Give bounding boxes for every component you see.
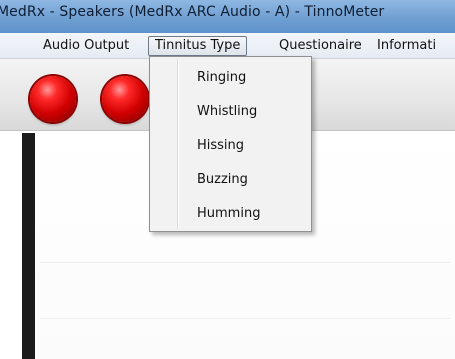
tinnitus-type-dropdown: Ringing Whistling Hissing Buzzing Hummin…	[149, 56, 312, 232]
divider	[40, 318, 450, 319]
divider	[40, 262, 450, 263]
menu-tinnitus-type[interactable]: Tinnitus Type	[148, 36, 248, 56]
menu-option-whistling[interactable]: Whistling	[152, 98, 309, 126]
menu-questionaire[interactable]: Questionaire	[272, 36, 369, 56]
menu-option-ringing[interactable]: Ringing	[152, 64, 309, 92]
window-title-bar: MedRx - Speakers (MedRx ARC Audio - A) -…	[0, 0, 455, 33]
red-indicator-light-2[interactable]	[102, 76, 148, 122]
menu-information[interactable]: Informati	[370, 36, 443, 56]
red-indicator-light-1[interactable]	[30, 76, 76, 122]
left-side-bar	[22, 133, 35, 359]
window-title: MedRx - Speakers (MedRx ARC Audio - A) -…	[0, 4, 385, 20]
menu-option-hissing[interactable]: Hissing	[152, 132, 309, 160]
menu-option-buzzing[interactable]: Buzzing	[152, 166, 309, 194]
menu-audio-output[interactable]: Audio Output	[36, 36, 136, 56]
menu-option-humming[interactable]: Humming	[152, 200, 309, 228]
